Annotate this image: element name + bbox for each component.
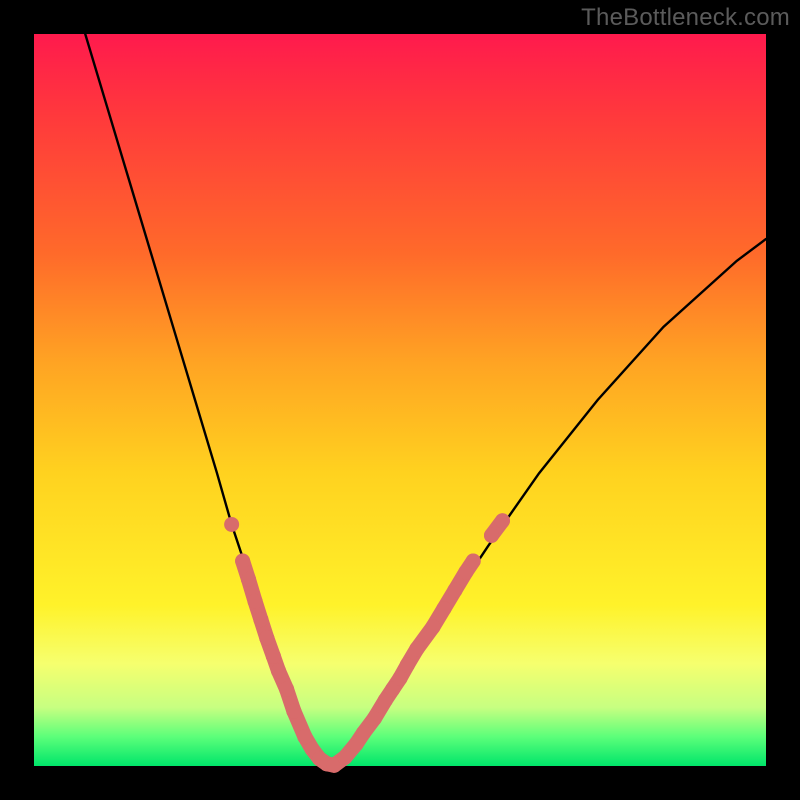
- marker-dot: [495, 513, 510, 528]
- curve-lines: [85, 34, 766, 766]
- marker-dot: [436, 601, 451, 616]
- chart-frame: TheBottleneck.com: [0, 0, 800, 800]
- marker-dot: [241, 572, 256, 587]
- marker-dot: [466, 554, 481, 569]
- watermark-label: TheBottleneck.com: [581, 4, 790, 32]
- marker-dot: [259, 630, 274, 645]
- marker-dot: [425, 619, 440, 634]
- marker-dot: [338, 750, 353, 765]
- marker-dot: [248, 594, 263, 609]
- marker-dot: [367, 711, 382, 726]
- marker-dot: [224, 517, 239, 532]
- curve-left-branch: [85, 34, 330, 766]
- marker-dot: [356, 726, 371, 741]
- marker-dots: [224, 513, 510, 772]
- marker-dot: [271, 663, 286, 678]
- marker-dot: [447, 583, 462, 598]
- marker-dot: [266, 649, 281, 664]
- marker-dot: [409, 641, 424, 656]
- marker-dot: [286, 704, 301, 719]
- marker-dot: [393, 671, 408, 686]
- marker-dot: [235, 554, 250, 569]
- chart-svg: [34, 34, 766, 766]
- marker-dot: [279, 682, 294, 697]
- marker-dot: [484, 528, 499, 543]
- marker-dot: [400, 657, 415, 672]
- plot-area: [34, 34, 766, 766]
- marker-dot: [253, 612, 268, 627]
